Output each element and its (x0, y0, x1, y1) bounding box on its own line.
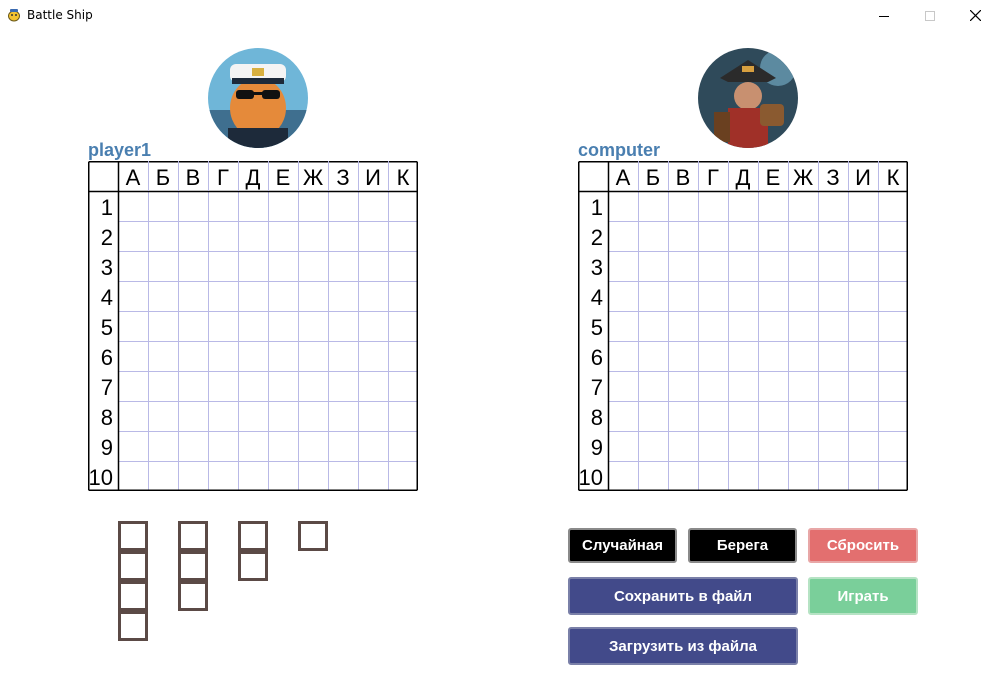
ship-cell[interactable] (238, 551, 268, 581)
column-label: А (615, 165, 631, 190)
column-label: К (886, 165, 900, 190)
board-grid (88, 161, 418, 491)
player-board[interactable]: А Б В Г Д Е Ж З И К 1 2 3 4 5 6 7 8 9 10 (88, 161, 418, 491)
row-label: 9 (590, 435, 603, 460)
ship-cell[interactable] (118, 521, 148, 551)
row-label: 2 (100, 225, 113, 250)
row-label: 7 (590, 375, 603, 400)
shores-placement-button[interactable]: Берега (688, 528, 797, 563)
column-label: И (365, 165, 381, 190)
column-label: В (675, 165, 691, 190)
column-label: В (185, 165, 201, 190)
row-label: 8 (100, 405, 113, 430)
ship-cell[interactable] (118, 581, 148, 611)
computer-avatar (698, 48, 798, 148)
row-label: 4 (590, 285, 603, 310)
column-label: З (336, 165, 350, 190)
column-label: З (826, 165, 840, 190)
row-label: 9 (100, 435, 113, 460)
random-placement-button[interactable]: Случайная (568, 528, 677, 563)
column-label: А (125, 165, 141, 190)
maximize-icon (925, 10, 935, 21)
column-label: Г (217, 165, 229, 190)
ship-cell[interactable] (238, 521, 268, 551)
column-label: Е (275, 165, 291, 190)
minimize-icon (879, 15, 889, 17)
column-label: Ж (302, 165, 324, 190)
row-label: 5 (100, 315, 113, 340)
column-label: Г (707, 165, 719, 190)
close-icon (969, 10, 981, 21)
computer-name: computer (578, 140, 661, 160)
row-label: 5 (590, 315, 603, 340)
column-label: Б (155, 165, 171, 190)
close-button[interactable] (952, 0, 998, 31)
window-title: Battle Ship (27, 8, 93, 22)
column-label: Ж (792, 165, 814, 190)
row-label: 6 (100, 345, 113, 370)
row-label: 3 (100, 255, 113, 280)
board-grid (578, 161, 908, 491)
player-name: player1 (88, 140, 152, 160)
load-from-file-button[interactable]: Загрузить из файла (568, 627, 798, 665)
row-label: 1 (100, 195, 113, 220)
row-label: 4 (100, 285, 113, 310)
row-label: 10 (578, 465, 603, 490)
ship-cell[interactable] (178, 551, 208, 581)
app-icon (8, 9, 20, 22)
ship-cell[interactable] (178, 581, 208, 611)
ship-cell[interactable] (178, 521, 208, 551)
column-label: Д (735, 165, 751, 190)
ship-cell[interactable] (298, 521, 328, 551)
column-label: К (396, 165, 410, 190)
row-label: 1 (590, 195, 603, 220)
column-label: И (855, 165, 871, 190)
row-label: 7 (100, 375, 113, 400)
ship-cell[interactable] (118, 551, 148, 581)
save-to-file-button[interactable]: Сохранить в файл (568, 577, 798, 615)
column-label: Б (645, 165, 661, 190)
computer-board[interactable]: А Б В Г Д Е Ж З И К 1 2 3 4 5 6 7 8 9 10 (578, 161, 908, 491)
title-bar: Battle Ship (0, 0, 998, 31)
row-label: 3 (590, 255, 603, 280)
column-label: Е (765, 165, 781, 190)
row-label: 10 (88, 465, 113, 490)
row-label: 6 (590, 345, 603, 370)
column-label: Д (245, 165, 261, 190)
player-avatar (208, 48, 308, 148)
play-button[interactable]: Играть (808, 577, 918, 615)
row-label: 2 (590, 225, 603, 250)
maximize-button[interactable] (907, 0, 953, 31)
minimize-button[interactable] (861, 0, 907, 31)
ship-cell[interactable] (118, 611, 148, 641)
row-label: 8 (590, 405, 603, 430)
reset-button[interactable]: Сбросить (808, 528, 918, 563)
